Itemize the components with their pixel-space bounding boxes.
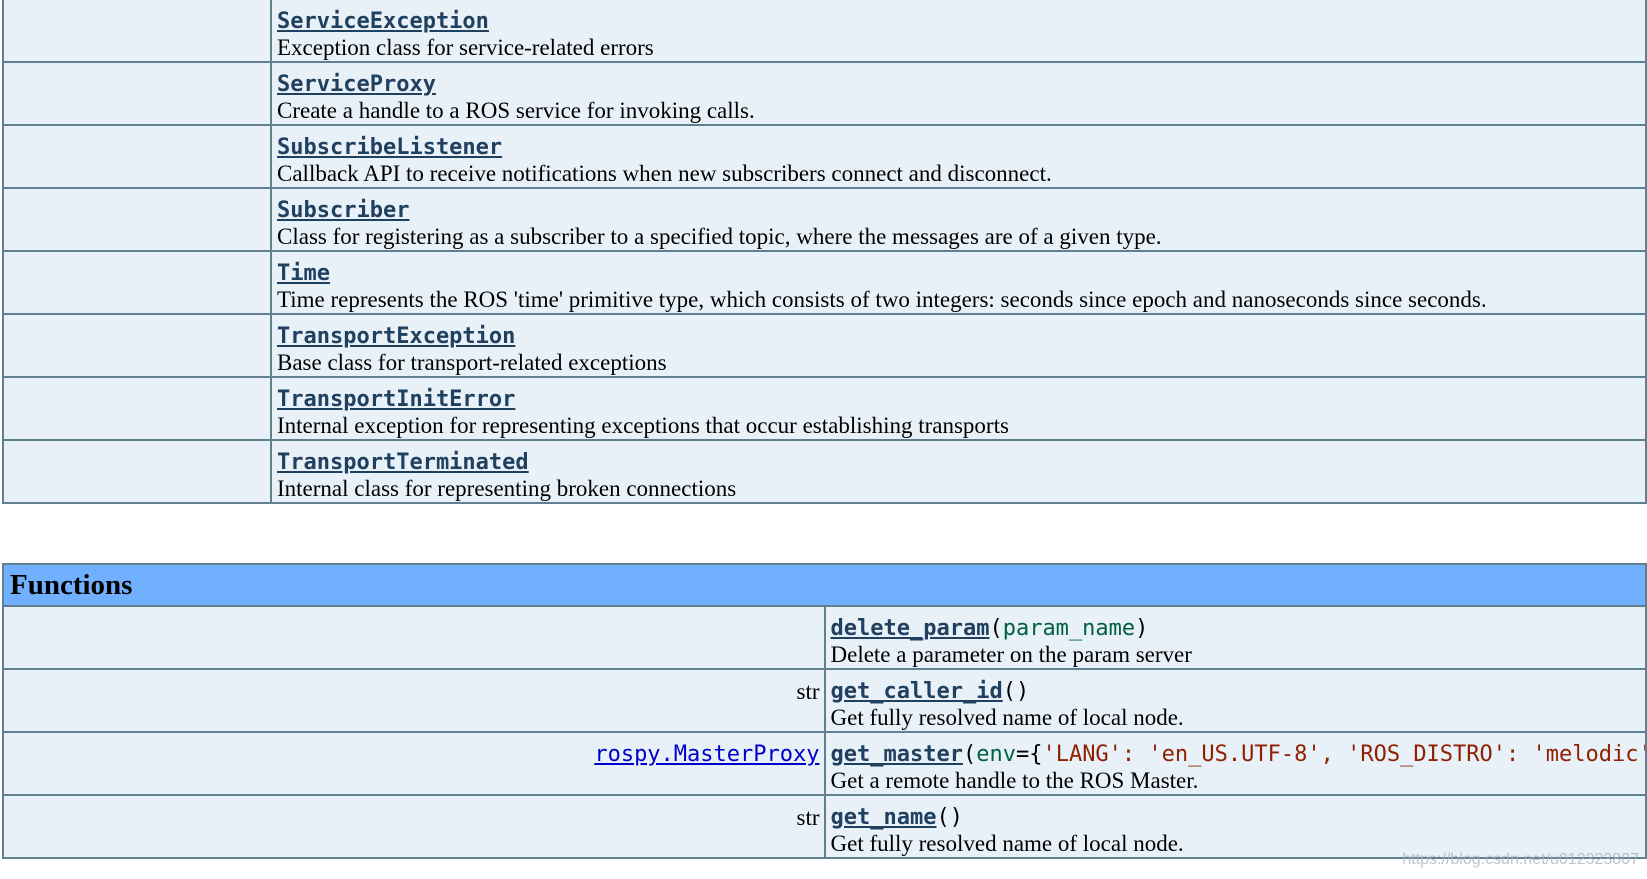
function-link-get-name[interactable]: get_name xyxy=(831,805,937,830)
class-description: Base class for transport-related excepti… xyxy=(277,350,667,375)
function-link-delete-param[interactable]: delete_param xyxy=(831,616,990,641)
type-cell xyxy=(2,313,272,378)
function-link-get-master[interactable]: get_master xyxy=(831,742,963,767)
description-cell: ServiceException Exception class for ser… xyxy=(270,0,1647,63)
classes-summary-table: ServiceException Exception class for ser… xyxy=(2,0,1647,504)
function-signature: get_name() xyxy=(831,804,1645,831)
class-link-serviceproxy[interactable]: ServiceProxy xyxy=(277,72,436,97)
table-row: Time Time represents the ROS 'time' prim… xyxy=(2,250,1647,315)
function-args: env xyxy=(976,742,1016,767)
table-row: SubscribeListener Callback API to receiv… xyxy=(2,124,1647,189)
return-type-cell: str xyxy=(2,794,826,859)
description-cell: Subscriber Class for registering as a su… xyxy=(270,187,1647,252)
function-signature: delete_param(param_name) xyxy=(831,615,1645,642)
table-row: ServiceException Exception class for ser… xyxy=(2,0,1647,63)
table-row: str get_name() Get fully resolved name o… xyxy=(2,794,1647,859)
class-description: Callback API to receive notifications wh… xyxy=(277,161,1052,186)
functions-summary-table: Functions delete_param(param_name) Delet… xyxy=(2,563,1647,859)
close-paren: ) xyxy=(1015,679,1030,704)
function-description: Get fully resolved name of local node. xyxy=(830,831,1184,856)
open-paren: ( xyxy=(936,805,950,830)
function-description: Get fully resolved name of local node. xyxy=(830,705,1184,730)
class-link-transportiniterror[interactable]: TransportInitError xyxy=(277,387,515,412)
function-link-get-caller-id[interactable]: get_caller_id xyxy=(831,679,1003,704)
function-signature: get_master(env={'LANG': 'en_US.UTF-8', '… xyxy=(831,741,1645,768)
return-type-cell xyxy=(2,605,826,670)
type-cell xyxy=(2,187,272,252)
return-type: str xyxy=(796,679,820,704)
class-description: Time represents the ROS 'time' primitive… xyxy=(277,287,1487,312)
type-cell xyxy=(2,439,272,504)
table-row: TransportTerminated Internal class for r… xyxy=(2,439,1647,504)
table-row: TransportException Base class for transp… xyxy=(2,313,1647,378)
description-cell: TransportTerminated Internal class for r… xyxy=(270,439,1647,504)
type-cell xyxy=(2,61,272,126)
table-row: rospy.MasterProxy get_master(env={'LANG'… xyxy=(2,731,1647,796)
class-description: Exception class for service-related erro… xyxy=(277,35,654,60)
description-cell: TransportInitError Internal exception fo… xyxy=(270,376,1647,441)
description-cell: TransportException Base class for transp… xyxy=(270,313,1647,378)
open-paren: ( xyxy=(989,616,1003,641)
description-cell: get_master(env={'LANG': 'en_US.UTF-8', '… xyxy=(823,731,1647,796)
type-cell xyxy=(2,0,272,63)
class-link-transportexception[interactable]: TransportException xyxy=(277,324,515,349)
description-cell: Time Time represents the ROS 'time' prim… xyxy=(270,250,1647,315)
table-row: str get_caller_id() Get fully resolved n… xyxy=(2,668,1647,733)
open-paren: ( xyxy=(962,742,977,767)
function-args: param_name xyxy=(1002,616,1136,641)
class-link-serviceexception[interactable]: ServiceException xyxy=(277,9,489,34)
function-description: Delete a parameter on the param server xyxy=(830,642,1192,667)
type-cell xyxy=(2,376,272,441)
functions-section-header: Functions xyxy=(2,563,1647,607)
function-description: Get a remote handle to the ROS Master. xyxy=(830,768,1199,793)
function-signature: get_caller_id() xyxy=(831,678,1645,705)
return-type-cell: rospy.MasterProxy xyxy=(2,731,826,796)
type-cell xyxy=(2,250,272,315)
type-cell xyxy=(2,124,272,189)
description-cell: ServiceProxy Create a handle to a ROS se… xyxy=(270,61,1647,126)
default-assign: ={ xyxy=(1015,742,1043,767)
class-link-subscribelistener[interactable]: SubscribeListener xyxy=(277,135,502,160)
class-link-subscriber[interactable]: Subscriber xyxy=(277,198,409,223)
class-description: Internal exception for representing exce… xyxy=(277,413,1009,438)
table-row: delete_param(param_name) Delete a parame… xyxy=(2,605,1647,670)
close-paren: ) xyxy=(949,805,963,830)
description-cell: get_name() Get fully resolved name of lo… xyxy=(823,794,1647,859)
class-link-time[interactable]: Time xyxy=(277,261,330,286)
return-type: str xyxy=(796,805,820,830)
return-type-link-masterproxy[interactable]: rospy.MasterProxy xyxy=(594,741,819,768)
table-row: Subscriber Class for registering as a su… xyxy=(2,187,1647,252)
open-paren: ( xyxy=(1002,679,1016,704)
description-cell: SubscribeListener Callback API to receiv… xyxy=(270,124,1647,189)
section-title: Functions xyxy=(2,563,1647,607)
table-row: TransportInitError Internal exception fo… xyxy=(2,376,1647,441)
description-cell: get_caller_id() Get fully resolved name … xyxy=(823,668,1647,733)
return-type-cell: str xyxy=(2,668,826,733)
class-link-transportterminated[interactable]: TransportTerminated xyxy=(277,450,529,475)
class-description: Internal class for representing broken c… xyxy=(277,476,737,501)
close-paren: ) xyxy=(1135,616,1149,641)
class-description: Create a handle to a ROS service for inv… xyxy=(277,98,755,123)
class-description: Class for registering as a subscriber to… xyxy=(277,224,1162,249)
default-value: 'LANG': 'en_US.UTF-8', 'ROS_DISTRO': 'me… xyxy=(1042,742,1644,767)
table-row: ServiceProxy Create a handle to a ROS se… xyxy=(2,61,1647,126)
description-cell: delete_param(param_name) Delete a parame… xyxy=(823,605,1647,670)
